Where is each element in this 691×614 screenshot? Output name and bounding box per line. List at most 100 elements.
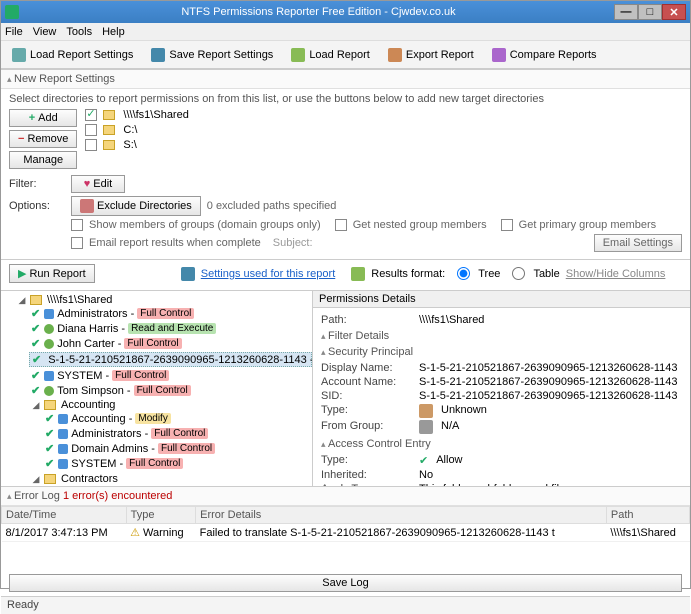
grp-icon xyxy=(44,371,54,381)
directory-list[interactable]: \\\\fs1\Shared C:\ S:\ xyxy=(85,109,682,169)
nested-members-checkbox[interactable] xyxy=(335,219,347,231)
allow-icon: ✔ xyxy=(32,353,41,366)
security-principal-header[interactable]: Security Principal xyxy=(321,346,682,358)
allow-icon: ✔ xyxy=(31,369,40,382)
filter-label: Filter: xyxy=(9,178,65,190)
email-results-checkbox[interactable] xyxy=(71,237,83,249)
new-report-header[interactable]: New Report Settings xyxy=(1,70,690,89)
menu-help[interactable]: Help xyxy=(102,26,125,38)
error-log-header[interactable]: Error Log 1 error(s) encountered xyxy=(1,487,690,506)
maximize-button[interactable]: □ xyxy=(638,4,662,20)
email-settings-button[interactable]: Email Settings xyxy=(594,234,682,252)
exclude-directories-button[interactable]: Exclude Directories xyxy=(71,196,201,216)
directory-checkbox[interactable] xyxy=(85,139,97,151)
folder-icon xyxy=(103,110,115,120)
tree-node[interactable]: ✔ S-1-5-21-210521867-2639090965-12132606… xyxy=(29,352,312,367)
primary-members-label: Get primary group members xyxy=(519,219,657,231)
tree-node[interactable]: ✔ Domain Admins - Full Control xyxy=(43,442,312,455)
user-icon xyxy=(44,386,54,396)
menu-view[interactable]: View xyxy=(33,26,57,38)
settings-used-link[interactable]: Settings used for this report xyxy=(201,268,336,280)
tree-node[interactable]: ✔ SYSTEM - Full Control xyxy=(29,369,312,382)
menu-tools[interactable]: Tools xyxy=(66,26,92,38)
user-icon xyxy=(44,324,54,334)
show-hide-columns-link[interactable]: Show/Hide Columns xyxy=(566,268,666,280)
folder-icon xyxy=(103,125,115,135)
directory-checkbox[interactable] xyxy=(85,124,97,136)
subject-label: Subject: xyxy=(273,237,313,249)
allow-icon: ✔ xyxy=(31,307,40,320)
results-format-label: Results format: xyxy=(371,268,445,280)
settings-icon xyxy=(181,267,195,281)
allow-icon: ✔ xyxy=(31,322,40,335)
statusbar: Ready xyxy=(1,596,690,614)
tree-node[interactable]: ✔ Tom Simpson - Full Control xyxy=(29,384,312,397)
save-report-settings-button[interactable]: Save Report Settings xyxy=(146,45,278,65)
permission-badge: Full Control xyxy=(137,308,194,319)
filter-details-header[interactable]: Filter Details xyxy=(321,330,682,342)
new-report-hint: Select directories to report permissions… xyxy=(9,93,682,105)
permission-badge: Read and Execute xyxy=(128,323,216,334)
load-report-button[interactable]: Load Report xyxy=(286,45,375,65)
options-label: Options: xyxy=(9,200,65,212)
new-report-section: New Report Settings Select directories t… xyxy=(1,69,690,259)
details-pane: Permissions Details Path:\\\\fs1\Shared … xyxy=(313,291,690,486)
load-report-settings-button[interactable]: Load Report Settings xyxy=(7,45,138,65)
grp-icon xyxy=(58,429,68,439)
compare-reports-button[interactable]: Compare Reports xyxy=(487,45,602,65)
tree-node[interactable]: ✔ SYSTEM - Full Control xyxy=(43,457,312,470)
permissions-tree[interactable]: ◢\\\\fs1\Shared ✔ Administrators - Full … xyxy=(1,291,313,486)
tree-node[interactable]: ✔ Administrators - Full Control xyxy=(43,427,312,440)
app-icon xyxy=(5,5,19,19)
results-tree-radio[interactable] xyxy=(457,267,470,280)
tree-node[interactable]: ✔ Accounting - Modify xyxy=(43,412,312,425)
grp-icon xyxy=(44,309,54,319)
minimize-button[interactable]: — xyxy=(614,4,638,20)
ace-header[interactable]: Access Control Entry xyxy=(321,438,682,450)
directory-checkbox[interactable] xyxy=(85,109,97,121)
menubar: File View Tools Help xyxy=(1,23,690,41)
main-toolbar: Load Report Settings Save Report Setting… xyxy=(1,41,690,69)
add-button[interactable]: +Add xyxy=(9,109,77,127)
allow-icon: ✔ xyxy=(45,457,54,470)
grp-icon xyxy=(58,414,68,424)
manage-button[interactable]: Manage xyxy=(9,151,77,169)
details-tab[interactable]: Permissions Details xyxy=(313,291,690,308)
user-icon xyxy=(44,339,54,349)
exclude-count: 0 excluded paths specified xyxy=(207,200,337,212)
save-log-button[interactable]: Save Log xyxy=(9,574,682,592)
allow-icon: ✔ xyxy=(45,442,54,455)
permission-badge: Full Control xyxy=(112,370,169,381)
directory-item[interactable]: \\\\fs1\Shared xyxy=(85,109,682,121)
results-icon xyxy=(351,267,365,281)
close-button[interactable]: ✕ xyxy=(662,4,686,20)
allow-icon: ✔ xyxy=(31,337,40,350)
primary-members-checkbox[interactable] xyxy=(501,219,513,231)
run-report-button[interactable]: ▶Run Report xyxy=(9,264,95,283)
error-log-section: Error Log 1 error(s) encountered Date/Ti… xyxy=(1,486,690,596)
folder-icon xyxy=(30,295,42,305)
grp-icon xyxy=(58,459,68,469)
tree-node[interactable]: ✔ Administrators - Full Control xyxy=(29,307,312,320)
show-members-label: Show members of groups (domain groups on… xyxy=(89,219,321,231)
permission-badge: Full Control xyxy=(134,385,191,396)
error-row[interactable]: 8/1/2017 3:47:13 PM⚠ WarningFailed to tr… xyxy=(2,524,690,542)
tree-node[interactable]: ✔ John Carter - Full Control xyxy=(29,337,312,350)
permission-badge: Full Control xyxy=(126,458,183,469)
directory-item[interactable]: C:\ xyxy=(85,124,682,136)
menu-file[interactable]: File xyxy=(5,26,23,38)
show-members-checkbox[interactable] xyxy=(71,219,83,231)
permission-badge: Modify xyxy=(135,413,170,424)
export-report-button[interactable]: Export Report xyxy=(383,45,479,65)
nested-members-label: Get nested group members xyxy=(353,219,487,231)
allow-icon: ✔ xyxy=(45,427,54,440)
titlebar: NTFS Permissions Reporter Free Edition -… xyxy=(1,1,690,23)
grp-icon xyxy=(58,444,68,454)
filter-edit-button[interactable]: ♥Edit xyxy=(71,175,125,193)
error-table[interactable]: Date/Time Type Error Details Path 8/1/20… xyxy=(1,506,690,542)
window-title: NTFS Permissions Reporter Free Edition -… xyxy=(23,6,614,18)
results-table-radio[interactable] xyxy=(512,267,525,280)
tree-node[interactable]: ✔ Diana Harris - Read and Execute xyxy=(29,322,312,335)
remove-button[interactable]: −Remove xyxy=(9,130,77,148)
directory-item[interactable]: S:\ xyxy=(85,139,682,151)
